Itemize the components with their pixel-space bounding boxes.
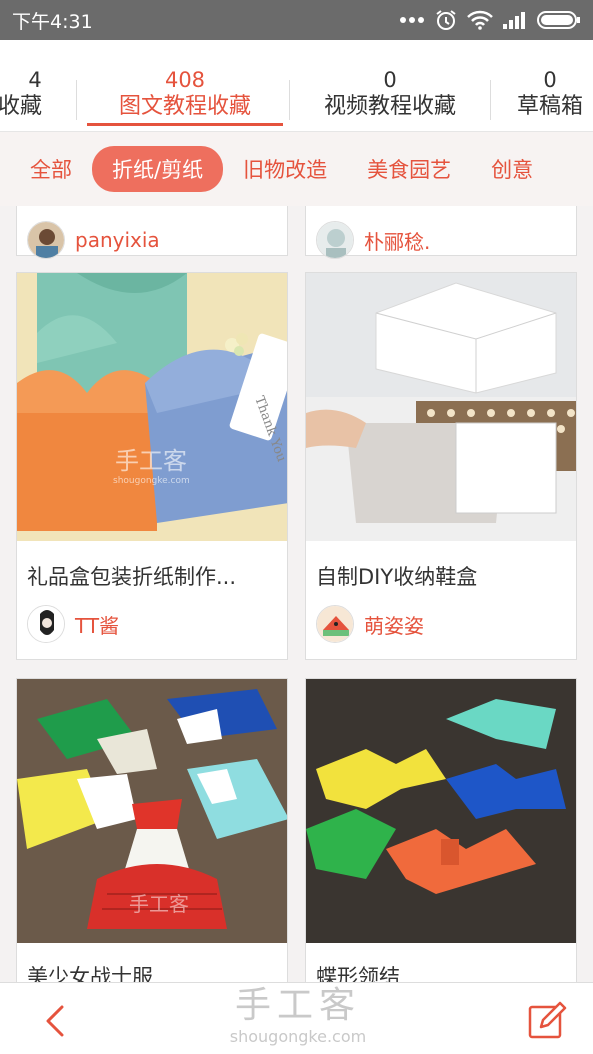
tab-divider (289, 80, 290, 120)
card-author[interactable]: TT酱 (27, 605, 119, 643)
avatar (27, 605, 65, 643)
card-image-shoe-box (306, 273, 576, 541)
category-upcycle[interactable]: 旧物改造 (223, 146, 347, 192)
tab-count: 0 (383, 68, 397, 92)
card-author[interactable]: 朴郦稔. (316, 221, 430, 259)
more-icon (400, 17, 424, 23)
battery-icon (537, 11, 580, 29)
card-title: 自制DIY收纳鞋盒 (316, 565, 478, 589)
tutorial-card[interactable]: 朴郦稔. (305, 206, 577, 259)
collection-header: 4 圈收藏 408 图文教程收藏 0 视频教程收藏 0 草稿箱 (0, 40, 593, 132)
brand-logo: 手工客 shougongke.com (228, 985, 368, 1047)
tab-label: 圈收藏 (0, 94, 42, 119)
tab-divider (490, 80, 491, 120)
card-image-gift-box: Thank You 手工客 shougongke.com (17, 273, 287, 541)
status-icons (399, 9, 581, 31)
wifi-icon (467, 10, 493, 30)
tab-circle-favorites[interactable]: 4 圈收藏 (0, 68, 76, 128)
tutorial-feed: panyixia 朴郦稔. Thank You 手工客 shougongke.c… (0, 206, 593, 982)
chevron-left-icon (46, 1005, 64, 1037)
image-watermark: 手工客 (129, 892, 189, 916)
tab-drafts[interactable]: 0 草稿箱 (495, 68, 593, 128)
image-watermark: 手工客 (115, 447, 187, 475)
category-creative[interactable]: 创意 (471, 146, 553, 192)
card-title: 蝶形领结 (316, 965, 400, 982)
tutorial-card[interactable]: 手工客 美少女战士服 (16, 678, 288, 982)
card-title: 礼品盒包装折纸制作... (27, 565, 237, 589)
tutorial-card[interactable]: 自制DIY收纳鞋盒 萌姿姿 (305, 272, 577, 660)
bottom-bar: 手工客 shougongke.com (0, 982, 593, 1054)
tutorial-card[interactable]: panyixia (16, 206, 288, 259)
category-origami[interactable]: 折纸/剪纸 (92, 146, 224, 192)
status-time: 下午4:31 (12, 10, 93, 33)
tab-label: 图文教程收藏 (118, 94, 251, 119)
brand-url: shougongke.com (229, 1027, 367, 1046)
avatar (316, 221, 354, 259)
card-title: 美少女战士服 (27, 965, 153, 982)
tutorial-card[interactable]: Thank You 手工客 shougongke.com 礼品盒包装折纸制作..… (16, 272, 288, 660)
card-image-sailor-outfit: 手工客 (17, 679, 287, 943)
category-tabs: 全部 折纸/剪纸 旧物改造 美食园艺 创意 (0, 132, 593, 206)
author-name: 萌姿姿 (364, 613, 424, 638)
tab-divider (76, 80, 77, 120)
tab-count: 0 (543, 68, 557, 92)
alarm-icon (436, 10, 456, 30)
back-button[interactable] (36, 1001, 76, 1041)
author-name: panyixia (75, 228, 160, 252)
tab-count: 408 (164, 68, 206, 92)
edit-button[interactable] (527, 999, 569, 1041)
category-all[interactable]: 全部 (30, 146, 92, 192)
category-food-garden[interactable]: 美食园艺 (347, 146, 471, 192)
tab-label: 草稿箱 (516, 94, 583, 119)
card-author[interactable]: 萌姿姿 (316, 605, 424, 643)
edit-icon (528, 1001, 567, 1039)
image-watermark-en: shougongke.com (113, 476, 190, 486)
avatar (316, 605, 354, 643)
tab-article-favorites[interactable]: 408 图文教程收藏 (87, 68, 283, 128)
author-name: 朴郦稔. (364, 229, 431, 254)
avatar (27, 221, 65, 259)
tutorial-card[interactable]: 蝶形领结 (305, 678, 577, 982)
brand-name: 手工客 (234, 985, 361, 1026)
tab-video-favorites[interactable]: 0 视频教程收藏 (296, 68, 484, 128)
signal-icon (503, 12, 525, 29)
tab-label: 视频教程收藏 (323, 94, 456, 119)
card-author[interactable]: panyixia (27, 221, 160, 259)
card-image-bow-ties (306, 679, 576, 943)
status-bar: 下午4:31 (0, 0, 593, 40)
tab-count: 4 (28, 68, 42, 92)
author-name: TT酱 (75, 613, 120, 638)
collection-tabs: 4 圈收藏 408 图文教程收藏 0 视频教程收藏 0 草稿箱 (0, 68, 593, 128)
